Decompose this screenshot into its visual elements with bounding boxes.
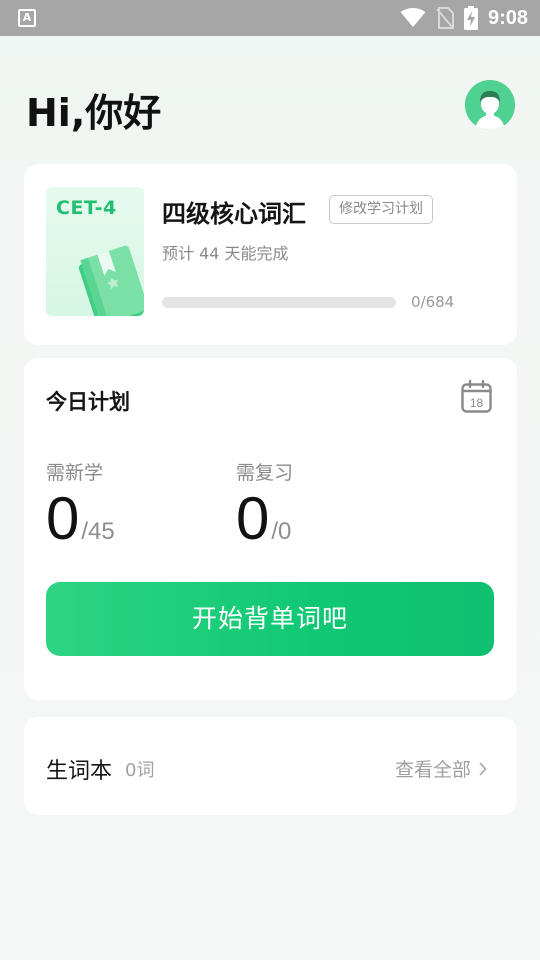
chevron-right-icon bbox=[479, 762, 487, 775]
review-words-total: /0 bbox=[271, 518, 292, 545]
new-words-label: 需新学 bbox=[46, 462, 104, 484]
person-icon bbox=[465, 80, 515, 130]
view-all-label: 查看全部 bbox=[395, 759, 472, 781]
today-plan-card: 今日计划 18 需新学 0 /45 需复习 0 /0 开始背单词吧 bbox=[24, 358, 517, 700]
estimate-text: 预计 44 天能完成 bbox=[162, 244, 289, 263]
greeting-title: Hi,你好 bbox=[26, 91, 162, 135]
app-notification-icon: A bbox=[18, 9, 36, 27]
new-words-stat: 0 /45 bbox=[46, 484, 115, 554]
start-learning-button[interactable]: 开始背单词吧 bbox=[46, 582, 494, 656]
status-icons: 9:08 bbox=[400, 0, 528, 36]
book-cover[interactable]: CET-4 bbox=[46, 187, 144, 316]
vocab-notebook-card[interactable]: 生词本 0词 查看全部 bbox=[24, 717, 517, 815]
review-words-stat: 0 /0 bbox=[236, 484, 291, 554]
wifi-icon bbox=[400, 8, 426, 27]
progress-bar bbox=[162, 297, 396, 308]
clock: 9:08 bbox=[487, 6, 528, 29]
edit-plan-button[interactable]: 修改学习计划 bbox=[329, 195, 433, 224]
vocab-count: 0词 bbox=[125, 760, 155, 781]
battery-charging-icon bbox=[463, 6, 478, 30]
book-icon bbox=[78, 245, 144, 316]
book-title: 四级核心词汇 bbox=[162, 200, 306, 228]
review-words-label: 需复习 bbox=[236, 462, 294, 484]
calendar-icon[interactable]: 18 bbox=[461, 379, 492, 413]
svg-text:18: 18 bbox=[470, 396, 484, 410]
user-avatar-icon[interactable] bbox=[465, 80, 515, 130]
view-all-link[interactable]: 查看全部 bbox=[395, 755, 487, 782]
calendar-svg: 18 bbox=[461, 379, 492, 413]
status-bar: A 9:08 bbox=[0, 0, 540, 36]
new-words-total: /45 bbox=[81, 518, 115, 545]
progress-text: 0/684 bbox=[411, 293, 455, 311]
vocab-notebook-title: 生词本 bbox=[46, 759, 113, 784]
review-words-count: 0 bbox=[236, 485, 270, 552]
no-sim-icon bbox=[436, 7, 454, 29]
new-words-count: 0 bbox=[46, 485, 80, 552]
current-book-card[interactable]: CET-4 四级核心词汇 修改学习计划 预计 44 天能完成 0/684 bbox=[24, 164, 517, 345]
plan-title: 今日计划 bbox=[46, 390, 130, 414]
